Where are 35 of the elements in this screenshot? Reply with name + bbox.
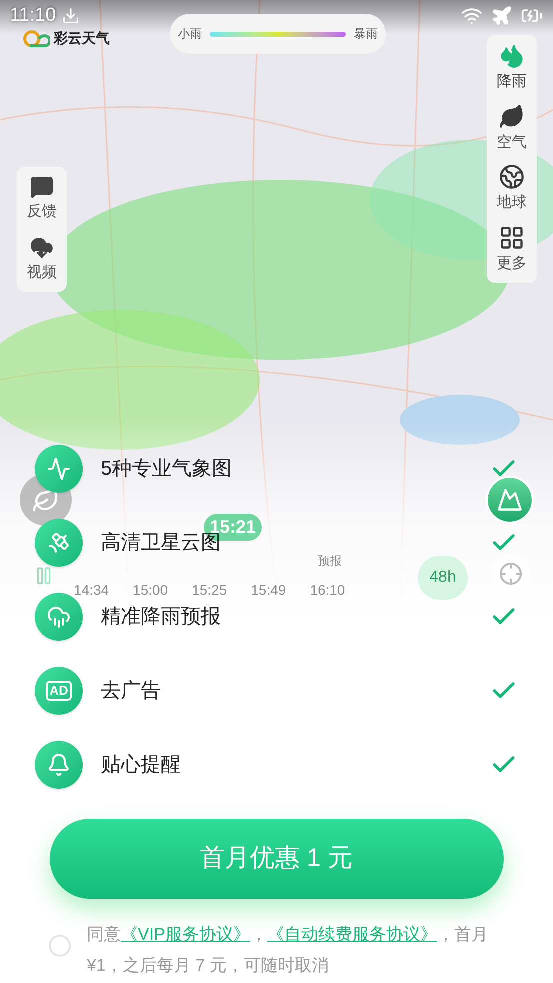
- bell-feature-icon: [35, 741, 83, 789]
- agree-radio[interactable]: [49, 935, 71, 957]
- agreement-text: 同意《VIP服务协议》，《自动续费服务协议》，首月 ¥1，之后每月 7 元，可随时取消: [87, 924, 490, 977]
- timeline-time: 14:34: [74, 581, 110, 600]
- timeline-time: 15:00: [133, 581, 168, 600]
- timeline-time: 15:25: [192, 581, 228, 600]
- rain-icon: [499, 43, 525, 69]
- side-tool-button[interactable]: 反馈: [27, 175, 57, 224]
- feedback-icon: [30, 175, 54, 199]
- more-icon: [499, 224, 525, 250]
- legend-low-label: 小雨: [178, 26, 202, 43]
- status-time: 11:10: [10, 6, 56, 26]
- cloud-sun-logo-icon: [22, 28, 50, 48]
- timeline-time: 15:49: [251, 581, 286, 600]
- feature-label: 去广告: [101, 679, 161, 704]
- airplane-icon: [491, 5, 513, 27]
- forecast-label: 预报: [318, 553, 342, 570]
- download-icon: [62, 7, 80, 25]
- video-icon: [30, 236, 54, 260]
- timeline-time: 16:10: [310, 581, 346, 600]
- side-tool-button[interactable]: 视频: [27, 236, 57, 284]
- map-tool-button[interactable]: 地球: [497, 164, 527, 214]
- feature-label: 精准降雨预报: [101, 605, 221, 630]
- legend-high-label: 暴雨: [354, 26, 378, 43]
- air-icon: [499, 104, 525, 130]
- map-tool-button[interactable]: 更多: [497, 224, 527, 275]
- feature-label: 贴心提醒: [101, 753, 181, 778]
- ad-feature-icon: AD: [35, 667, 83, 715]
- app-logo-text: 彩云天气: [54, 29, 110, 48]
- globe-icon: [499, 164, 525, 190]
- mountain-icon: [497, 487, 523, 513]
- map-tool-button[interactable]: 降雨: [497, 43, 527, 94]
- map-tool-button[interactable]: 空气: [497, 104, 527, 154]
- feature-label: 5种专业气象图: [101, 457, 232, 482]
- locate-icon: [499, 562, 523, 586]
